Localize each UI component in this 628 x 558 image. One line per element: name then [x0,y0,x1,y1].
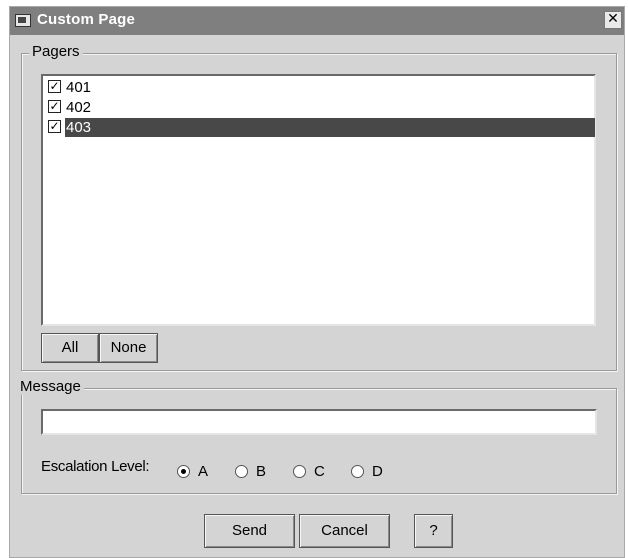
message-legend: Message [17,378,84,395]
pager-item-label: 403 [65,118,595,137]
radio-button-icon[interactable] [177,465,190,478]
radio-button-icon[interactable] [293,465,306,478]
escalation-level-c[interactable]: C [293,462,341,482]
radio-button-icon[interactable] [351,465,364,478]
radio-label: C [314,463,325,480]
escalation-level-a[interactable]: A [177,462,225,482]
radio-label: B [256,463,267,480]
radio-label: D [372,463,383,480]
escalation-level-d[interactable]: D [351,462,399,482]
pager-checkbox[interactable]: ✓ [48,80,61,93]
app-icon [15,14,31,27]
close-button[interactable]: ✕ [604,11,622,29]
pager-item-401[interactable]: ✓ 401 [46,78,595,97]
cancel-button[interactable]: Cancel [299,514,390,548]
window-title: Custom Page [37,11,136,28]
escalation-level-label: Escalation Level: [41,458,150,475]
close-icon: ✕ [607,11,619,27]
title-bar: Custom Page ✕ [10,7,624,35]
pagers-list[interactable]: ✓ 401 ✓ 402 ✓ 403 [41,74,596,326]
send-button[interactable]: Send [204,514,295,548]
radio-button-icon[interactable] [235,465,248,478]
pagers-legend: Pagers [29,43,83,60]
custom-page-dialog: Custom Page ✕ Pagers ✓ 401 ✓ 402 ✓ 403 A… [9,6,625,558]
pager-item-403[interactable]: ✓ 403 [46,118,595,137]
radio-label: A [198,463,209,480]
pager-checkbox[interactable]: ✓ [48,100,61,113]
message-input[interactable] [41,409,597,435]
all-button[interactable]: All [41,333,99,363]
message-group: Message Escalation Level: A B C D [17,378,617,494]
pagers-group: Pagers ✓ 401 ✓ 402 ✓ 403 All None [21,43,617,371]
none-button[interactable]: None [99,333,158,363]
help-button[interactable]: ? [414,514,453,548]
pager-item-label: 402 [66,99,92,116]
pager-checkbox[interactable]: ✓ [48,120,61,133]
escalation-level-b[interactable]: B [235,462,283,482]
pager-item-402[interactable]: ✓ 402 [46,98,595,117]
pager-item-label: 401 [66,79,92,96]
